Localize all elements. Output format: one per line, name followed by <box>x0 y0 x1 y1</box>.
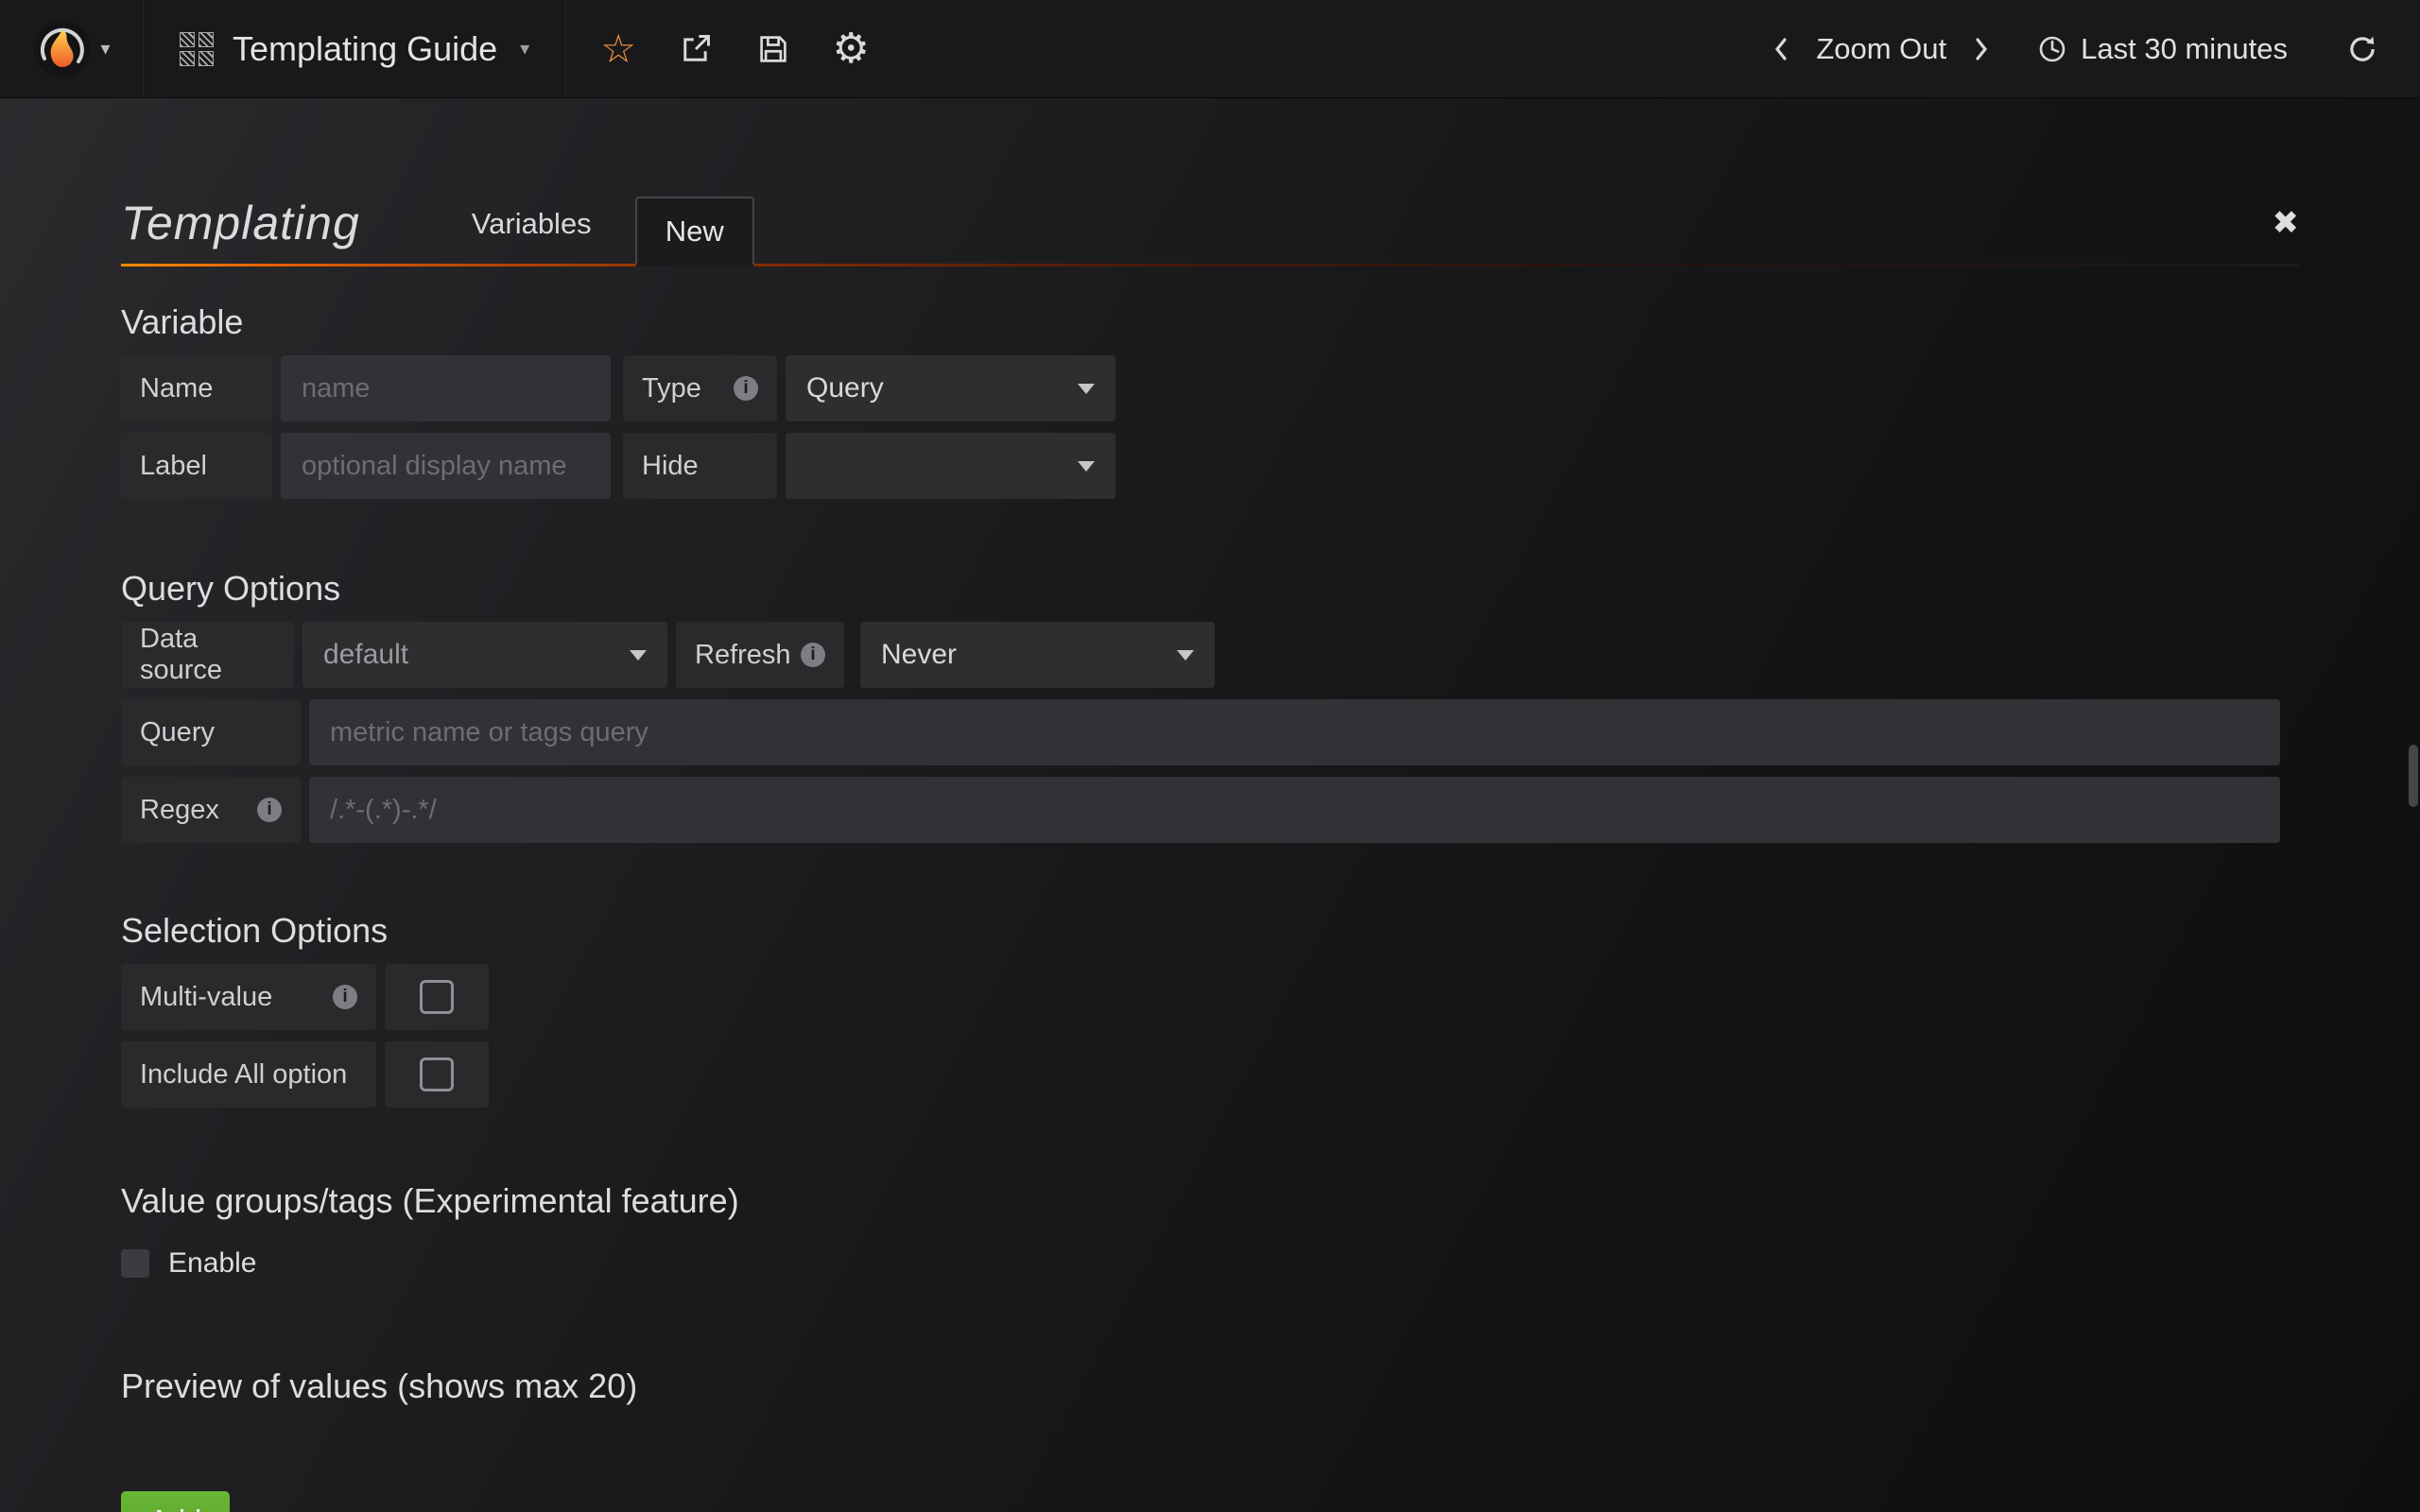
dashboard-grid-icon <box>180 32 214 66</box>
header-divider <box>121 264 2299 266</box>
dashboard-title-dropdown[interactable]: Templating Guide ▾ <box>144 0 566 97</box>
logo-caret-icon: ▾ <box>100 37 110 60</box>
variable-name-row: Name Type i Query <box>121 355 2299 421</box>
include-all-label: Include All option <box>121 1041 376 1108</box>
multi-value-checkbox[interactable] <box>385 964 489 1030</box>
label-input[interactable] <box>281 433 611 499</box>
enable-checkbox[interactable] <box>121 1249 149 1278</box>
refresh-icon <box>2346 33 2378 65</box>
checkbox-icon <box>420 980 454 1014</box>
clock-icon <box>2037 34 2067 64</box>
grafana-logo-icon <box>32 19 93 79</box>
share-button[interactable] <box>657 0 735 97</box>
type-label: Type i <box>623 355 777 421</box>
multi-value-label: Multi-value i <box>121 964 376 1030</box>
dashboard-title: Templating Guide <box>233 29 497 69</box>
gear-icon: ⚙ <box>832 28 869 70</box>
checkbox-icon <box>420 1057 454 1091</box>
selection-options-heading: Selection Options <box>121 911 2299 951</box>
settings-button[interactable]: ⚙ <box>812 0 890 97</box>
tab-new[interactable]: New <box>635 197 754 266</box>
regex-row: Regex i <box>121 777 2299 843</box>
query-options-heading: Query Options <box>121 569 2299 609</box>
data-source-select[interactable]: default <box>302 622 667 688</box>
variable-section-heading: Variable <box>121 302 2299 342</box>
star-button[interactable]: ☆ <box>579 0 657 97</box>
data-source-label: Data source <box>121 622 294 688</box>
save-button[interactable] <box>735 0 812 97</box>
query-row: Query <box>121 699 2299 765</box>
regex-info-icon[interactable]: i <box>257 798 282 822</box>
time-shift-forward-button[interactable] <box>1971 34 1992 64</box>
multi-value-row: Multi-value i <box>121 964 2299 1030</box>
include-all-checkbox[interactable] <box>385 1041 489 1108</box>
zoom-out-button[interactable]: Zoom Out <box>1816 32 1946 66</box>
datasource-row: Data source default Refresh i Never <box>121 622 2299 688</box>
page-title: Templating <box>121 196 360 250</box>
scrollbar-thumb[interactable] <box>2409 745 2418 807</box>
star-icon: ☆ <box>600 29 636 69</box>
name-input[interactable] <box>281 355 611 421</box>
value-groups-heading: Value groups/tags (Experimental feature) <box>121 1181 2299 1221</box>
include-all-row: Include All option <box>121 1041 2299 1108</box>
grafana-logo-menu[interactable]: ▾ <box>0 0 144 97</box>
regex-label: Regex i <box>121 777 301 843</box>
title-caret-icon: ▾ <box>520 37 529 60</box>
tab-variables[interactable]: Variables <box>472 207 592 241</box>
name-label: Name <box>121 355 272 421</box>
close-icon[interactable]: ✖ <box>2273 207 2300 239</box>
top-navbar: ▾ Templating Guide ▾ ☆ <box>0 0 2420 98</box>
share-icon <box>679 32 713 66</box>
query-label: Query <box>121 699 301 765</box>
enable-label: Enable <box>168 1247 256 1280</box>
templating-editor: Templating Variables New ✖ Variable Name… <box>0 98 2420 1512</box>
save-icon <box>756 32 790 66</box>
query-input[interactable] <box>309 699 2280 765</box>
multi-value-info-icon[interactable]: i <box>333 985 357 1009</box>
navbar-actions: ☆ ⚙ <box>566 0 903 97</box>
type-info-icon[interactable]: i <box>734 376 758 401</box>
hide-select[interactable] <box>786 433 1115 499</box>
navbar-time-controls: Zoom Out Last 30 minutes <box>1771 32 2420 66</box>
label-label: Label <box>121 433 272 499</box>
page-header: Templating Variables New ✖ <box>121 155 2299 264</box>
enable-row: Enable <box>121 1247 2299 1280</box>
hide-label: Hide <box>623 433 777 499</box>
time-range-picker[interactable]: Last 30 minutes <box>2037 32 2288 66</box>
time-shift-back-button[interactable] <box>1771 34 1791 64</box>
type-select[interactable]: Query <box>786 355 1115 421</box>
add-button[interactable]: Add <box>121 1491 230 1512</box>
refresh-info-icon[interactable]: i <box>801 643 825 667</box>
time-range-label: Last 30 minutes <box>2081 32 2288 66</box>
refresh-select[interactable]: Never <box>860 622 1215 688</box>
variable-label-row: Label Hide <box>121 433 2299 499</box>
preview-heading: Preview of values (shows max 20) <box>121 1366 2299 1406</box>
regex-input[interactable] <box>309 777 2280 843</box>
refresh-label: Refresh i <box>676 622 844 688</box>
refresh-button[interactable] <box>2346 33 2378 65</box>
